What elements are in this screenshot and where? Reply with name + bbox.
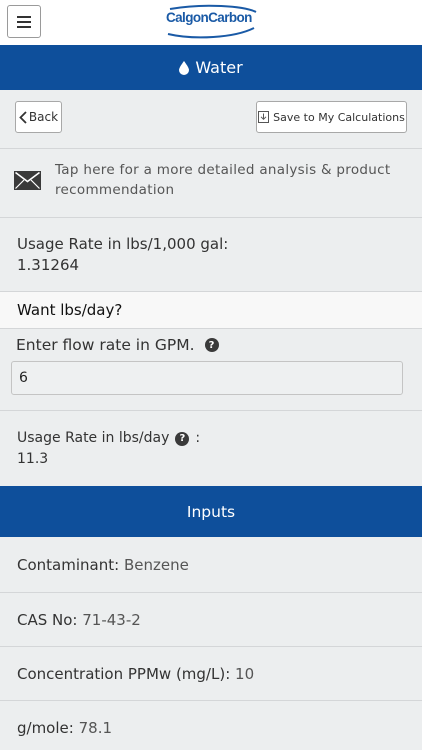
daily-usage-value: 11.3 [17,451,49,467]
flow-rate-label: Enter flow rate in GPM. [16,336,195,354]
divider [0,410,422,411]
calgon-carbon-logo[interactable]: CalgonCarbon [164,4,259,42]
flow-rate-label-row: Enter flow rate in GPM. ? [16,336,219,354]
input-row-contaminant: Contaminant: Benzene [0,538,422,592]
download-icon [258,111,270,123]
usage-rate-value: 1.31264 [17,256,80,274]
input-row-value: 78.1 [78,719,113,737]
analysis-text: Tap here for a more detailed analysis & … [55,162,391,198]
logo-text: CalgonCarbon [166,10,252,25]
input-row-cas-no: CAS No: 71-43-2 [0,592,422,646]
detailed-analysis-link[interactable]: Tap here for a more detailed analysis & … [0,148,422,216]
input-row-value: Benzene [123,556,189,574]
water-drop-icon [179,60,190,75]
divider [0,328,422,329]
help-icon[interactable]: ? [204,338,219,352]
usage-rate-per-1000-gal: Usage Rate in lbs/1,000 gal: 1.31264 [17,234,228,276]
usage-rate-label: Usage Rate in lbs/1,000 gal: [17,235,229,253]
input-row-value: 71-43-2 [82,611,141,629]
input-row-label: CAS No: [17,611,78,629]
menu-button[interactable] [7,5,41,38]
daily-usage-label: Usage Rate in lbs/day [17,430,170,446]
daily-usage-colon: : [195,430,201,446]
input-row-label: g/mole: [17,719,74,737]
want-lbs-per-day-heading: Want lbs/day? [0,292,422,328]
back-button-label: Back [28,110,59,124]
save-button-label: Save to My Calculations [273,110,405,124]
input-row-g-per-mole: g/mole: 78.1 [0,700,422,750]
input-row-label: Contaminant: [17,556,120,574]
chevron-left-icon [19,110,27,124]
toolbar: Back Save to My Calculations [0,90,422,144]
hamburger-icon [17,15,31,18]
inputs-section-header: Inputs [0,486,422,537]
divider [0,217,422,218]
save-to-my-calculations-button[interactable]: Save to My Calculations [256,101,407,133]
page-title-bar: Water [0,45,422,90]
input-row-value: 10 [235,665,255,683]
envelope-icon [14,171,41,190]
help-icon[interactable]: ? [175,431,190,446]
inputs-title: Inputs [186,502,236,521]
page-title: Water [195,58,243,77]
back-button[interactable]: Back [15,101,62,133]
usage-rate-per-day: Usage Rate in lbs/day ? : 11.3 [17,428,200,470]
flow-rate-input[interactable]: 6 [11,361,403,395]
input-row-concentration: Concentration PPMw (mg/L): 10 [0,646,422,700]
top-bar: CalgonCarbon [0,0,422,45]
input-row-label: Concentration PPMw (mg/L): [17,665,231,683]
